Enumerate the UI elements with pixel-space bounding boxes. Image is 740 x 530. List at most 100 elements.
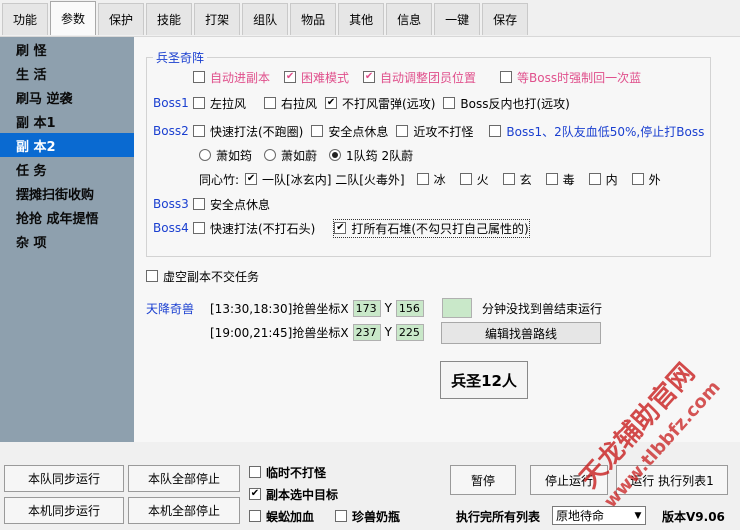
sidebar-item-4[interactable]: 副 本2 xyxy=(0,133,134,157)
temp-no-fight-checkbox[interactable] xyxy=(249,466,261,478)
tab-5[interactable]: 组队 xyxy=(242,3,289,35)
boss3-option-0[interactable]: 安全点休息 xyxy=(193,196,270,213)
top-option-3-checkbox[interactable] xyxy=(500,71,513,83)
radio-icon[interactable] xyxy=(329,149,342,161)
beast-x2-input[interactable]: 237 xyxy=(352,323,381,341)
boss1-option-3[interactable]: Boss反内也打(远攻) xyxy=(443,95,570,112)
xin-option-2-checkbox[interactable] xyxy=(459,173,472,185)
edit-route-button[interactable]: 编辑找兽路线 xyxy=(441,322,601,344)
pet-bottle-label: 珍兽奶瓶 xyxy=(352,509,401,524)
xin-option-1-checkbox[interactable] xyxy=(416,173,429,185)
boss1-option-0[interactable]: 左拉风 xyxy=(193,95,246,112)
minute-input[interactable] xyxy=(442,298,472,318)
pause-button[interactable]: 暂停 xyxy=(450,465,516,495)
beast-y2-input[interactable]: 225 xyxy=(395,323,424,341)
boss1-option-1[interactable]: 右拉风 xyxy=(264,95,317,112)
boss2-radio-2[interactable]: 1队筠 2队蔚 xyxy=(329,147,413,164)
beast-row-1: [13:30,18:30]抢兽坐标X 173 Y 156 xyxy=(210,299,428,317)
boss2-radio-1[interactable]: 萧如蔚 xyxy=(264,147,317,164)
boss1-option-2[interactable]: ✔ 不打风雷弹(远攻) xyxy=(325,95,435,112)
boss4-option-0-checkbox[interactable] xyxy=(193,222,205,234)
tab-9[interactable]: 一键 xyxy=(434,3,481,35)
tab-8[interactable]: 信息 xyxy=(386,3,433,35)
boss1-option-0-checkbox[interactable] xyxy=(193,97,205,109)
tab-6[interactable]: 物品 xyxy=(290,3,337,35)
sidebar-item-8[interactable]: 杂 项 xyxy=(0,229,134,253)
xin-option-5[interactable]: 内 xyxy=(588,171,618,188)
boss4-option-0[interactable]: 快速打法(不打石头) xyxy=(193,220,315,237)
action-select[interactable]: 原地待命 ▼ xyxy=(552,506,646,525)
top-option-2-checkbox[interactable]: ✔ xyxy=(363,71,376,83)
boss1-option-1-checkbox[interactable] xyxy=(264,97,277,109)
boss2-option-2[interactable]: 近攻不打怪 xyxy=(396,123,473,140)
xin-option-4[interactable]: 毒 xyxy=(545,171,575,188)
boss2-option-0-checkbox[interactable] xyxy=(193,125,205,137)
tab-7[interactable]: 其他 xyxy=(338,3,385,35)
xin-option-0-checkbox[interactable]: ✔ xyxy=(245,173,258,185)
boss1-option-2-checkbox[interactable]: ✔ xyxy=(325,97,338,109)
top-option-0[interactable]: 自动进副本 xyxy=(193,69,270,86)
sidebar-item-1[interactable]: 生 活 xyxy=(0,61,134,85)
top-option-1[interactable]: ✔ 困难模式 xyxy=(284,69,349,86)
boss2-hp-option-checkbox[interactable] xyxy=(489,125,502,137)
boss2-option-1-checkbox[interactable] xyxy=(311,125,324,137)
boss4-option-1-checkbox[interactable]: ✔ xyxy=(334,222,347,234)
xin-option-6[interactable]: 外 xyxy=(631,171,661,188)
machine-stop-all-button[interactable]: 本机全部停止 xyxy=(128,497,240,524)
beast-x1-input[interactable]: 173 xyxy=(352,299,381,317)
boss2-hp-option[interactable]: Boss1、2队友血低50%,停止打Boss xyxy=(489,123,704,140)
centipede-heal-option[interactable]: 蜈蚣加血 xyxy=(249,507,314,525)
radio-icon[interactable] xyxy=(264,149,277,161)
xin-option-5-checkbox[interactable] xyxy=(588,173,601,185)
radio-icon[interactable] xyxy=(199,149,211,161)
sidebar-item-3[interactable]: 副 本1 xyxy=(0,109,134,133)
sidebar-item-6[interactable]: 摆摊扫街收购 xyxy=(0,181,134,205)
top-option-0-checkbox[interactable] xyxy=(193,71,205,83)
top-option-1-checkbox[interactable]: ✔ xyxy=(284,71,297,83)
boss3-options: 安全点休息 xyxy=(193,195,278,213)
centipede-heal-checkbox[interactable] xyxy=(249,510,261,522)
select-target-option[interactable]: ✔ 副本选中目标 xyxy=(249,485,338,503)
xin-option-0[interactable]: ✔ 一队[冰玄内] 二队[火毒外] xyxy=(245,171,405,188)
void-task-option[interactable]: 虚空副本不交任务 xyxy=(146,267,259,285)
boss1-option-3-checkbox[interactable] xyxy=(443,97,456,109)
tab-0[interactable]: 功能 xyxy=(2,3,49,35)
pet-bottle-option[interactable]: 珍兽奶瓶 xyxy=(335,507,400,525)
tab-3[interactable]: 技能 xyxy=(146,3,193,35)
beast-y1-input[interactable]: 156 xyxy=(395,299,424,317)
boss2-option-2-checkbox[interactable] xyxy=(396,125,409,137)
select-target-checkbox[interactable]: ✔ xyxy=(249,488,261,500)
sidebar-item-0[interactable]: 刷 怪 xyxy=(0,37,134,61)
xin-option-4-checkbox[interactable] xyxy=(545,173,558,185)
tab-4[interactable]: 打架 xyxy=(194,3,241,35)
sidebar-item-5[interactable]: 任 务 xyxy=(0,157,134,181)
xin-option-3[interactable]: 玄 xyxy=(502,171,532,188)
xin-option-2[interactable]: 火 xyxy=(459,171,489,188)
tongxinzhu-label: 同心竹: xyxy=(199,172,240,187)
boss4-option-1[interactable]: ✔ 打所有石堆(不勾只打自己属性的) xyxy=(333,218,530,238)
xin-option-3-checkbox[interactable] xyxy=(502,173,515,185)
temp-no-fight-option[interactable]: 临时不打怪 xyxy=(249,463,326,481)
bingsheng-12-button[interactable]: 兵圣12人 xyxy=(440,361,528,399)
sidebar-item-2[interactable]: 刷马 逆袭 xyxy=(0,85,134,109)
xin-option-6-checkbox[interactable] xyxy=(631,173,644,185)
team-sync-run-button[interactable]: 本队同步运行 xyxy=(4,465,124,492)
beast-time2-label: [19:00,21:45]抢兽坐标X xyxy=(210,325,349,340)
machine-sync-run-button[interactable]: 本机同步运行 xyxy=(4,497,124,524)
boss2-option-0[interactable]: 快速打法(不跑圈) xyxy=(193,123,303,140)
top-option-2[interactable]: ✔ 自动调整团员位置 xyxy=(363,69,476,86)
boss2-radio-0[interactable]: 萧如筠 xyxy=(199,147,252,164)
tab-10[interactable]: 保存 xyxy=(482,3,529,35)
top-option-3[interactable]: 等Boss时强制回一次蓝 xyxy=(500,69,641,86)
group-title: 兵圣奇阵 xyxy=(153,49,208,66)
y-label: Y xyxy=(384,301,392,315)
tab-2[interactable]: 保护 xyxy=(98,3,145,35)
boss3-option-0-checkbox[interactable] xyxy=(193,198,205,210)
xin-option-1[interactable]: 冰 xyxy=(416,171,446,188)
tab-1[interactable]: 参数 xyxy=(50,1,97,35)
team-stop-all-button[interactable]: 本队全部停止 xyxy=(128,465,240,492)
sidebar-item-7[interactable]: 抢抢 成年提悟 xyxy=(0,205,134,229)
void-task-checkbox[interactable] xyxy=(146,270,158,282)
boss2-option-1[interactable]: 安全点休息 xyxy=(311,123,388,140)
pet-bottle-checkbox[interactable] xyxy=(335,510,347,522)
